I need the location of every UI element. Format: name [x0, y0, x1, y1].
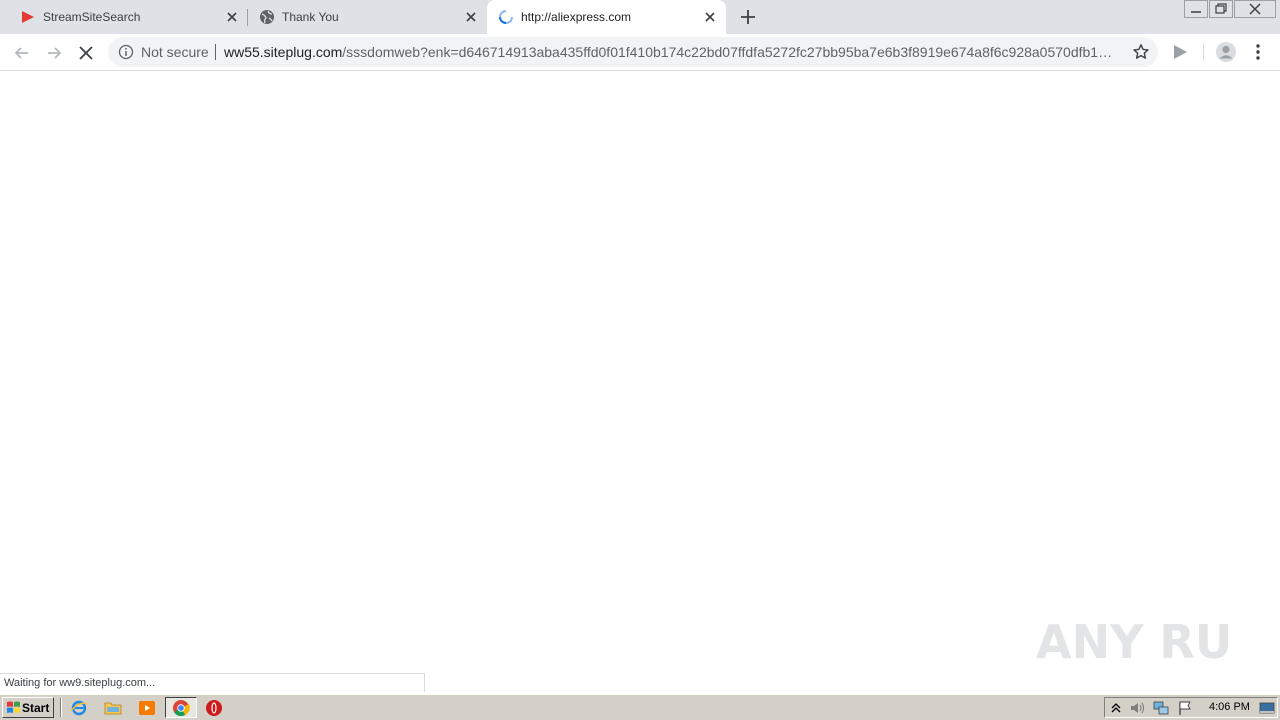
windows-taskbar: Start 4:06 PM: [0, 694, 1280, 720]
tab-title: StreamSiteSearch: [43, 10, 141, 24]
anyrun-watermark-logo: ANY RUN: [1036, 615, 1236, 669]
media-player-icon[interactable]: [138, 699, 156, 717]
tab-title: Thank You: [282, 10, 339, 24]
close-window-icon[interactable]: [1234, 0, 1276, 18]
taskbar-separator: [60, 698, 62, 717]
new-tab-plus-icon[interactable]: [739, 8, 757, 26]
chrome-icon: [173, 700, 190, 716]
status-bubble: Waiting for ww9.siteplug.com...: [0, 673, 425, 692]
tab-aliexpress[interactable]: http://aliexpress.com: [487, 0, 726, 34]
globe-icon: [260, 10, 274, 24]
start-button[interactable]: Start: [2, 697, 54, 718]
loading-spinner-icon: [499, 10, 513, 24]
url-text[interactable]: ww55.siteplug.com/sssdomweb?enk=d6467149…: [224, 44, 1120, 60]
opera-icon[interactable]: [205, 699, 223, 717]
profile-avatar-icon[interactable]: [1215, 41, 1237, 63]
url-path: /sssdomweb?enk=d646714913aba435ffd0f01f4…: [342, 44, 1113, 60]
tab-close-icon[interactable]: [702, 9, 718, 25]
tab-title: http://aliexpress.com: [521, 10, 632, 24]
tab-thank-you[interactable]: Thank You: [248, 0, 486, 34]
system-tray: 4:06 PM: [1104, 697, 1278, 718]
back-arrow-icon[interactable]: [11, 42, 33, 64]
windows-logo-icon: [7, 701, 20, 713]
info-icon[interactable]: [118, 44, 134, 60]
flag-icon[interactable]: [1177, 700, 1193, 716]
menu-kebab-icon[interactable]: [1250, 42, 1266, 62]
toolbar-separator: [1203, 43, 1204, 61]
address-separator: [215, 44, 216, 60]
restore-window-icon[interactable]: [1209, 0, 1233, 18]
show-desktop-icon[interactable]: [1259, 700, 1275, 716]
ie-icon[interactable]: [70, 699, 88, 717]
bookmark-star-icon[interactable]: [1132, 43, 1150, 61]
extension-play-icon[interactable]: [1170, 42, 1190, 62]
address-bar[interactable]: Not secure ww55.siteplug.com/sssdomweb?e…: [108, 37, 1158, 67]
page-viewport: [0, 72, 1280, 694]
start-label: Start: [22, 700, 50, 715]
streamsitesearch-favicon-icon: [22, 11, 34, 23]
tab-strip: StreamSiteSearch Thank You http://aliexp…: [0, 0, 1280, 34]
volume-icon[interactable]: [1129, 700, 1145, 716]
minimize-window-icon[interactable]: [1184, 0, 1208, 18]
watermark-text: ANY RUN: [1036, 615, 1236, 669]
forward-arrow-icon[interactable]: [43, 42, 65, 64]
clock[interactable]: 4:06 PM: [1209, 701, 1250, 713]
network-icon[interactable]: [1153, 700, 1169, 716]
stop-loading-icon[interactable]: [75, 42, 97, 64]
browser-toolbar: Not secure ww55.siteplug.com/sssdomweb?e…: [0, 34, 1280, 71]
url-host: ww55.siteplug.com: [224, 44, 343, 60]
folder-icon[interactable]: [104, 699, 122, 717]
tab-close-icon[interactable]: [463, 9, 479, 25]
tray-expand-icon[interactable]: [1108, 700, 1124, 716]
security-label[interactable]: Not secure: [141, 44, 209, 60]
chrome-taskbar-button[interactable]: [165, 697, 197, 718]
tab-streamsitesearch[interactable]: StreamSiteSearch: [8, 0, 246, 34]
tab-close-icon[interactable]: [224, 9, 240, 25]
